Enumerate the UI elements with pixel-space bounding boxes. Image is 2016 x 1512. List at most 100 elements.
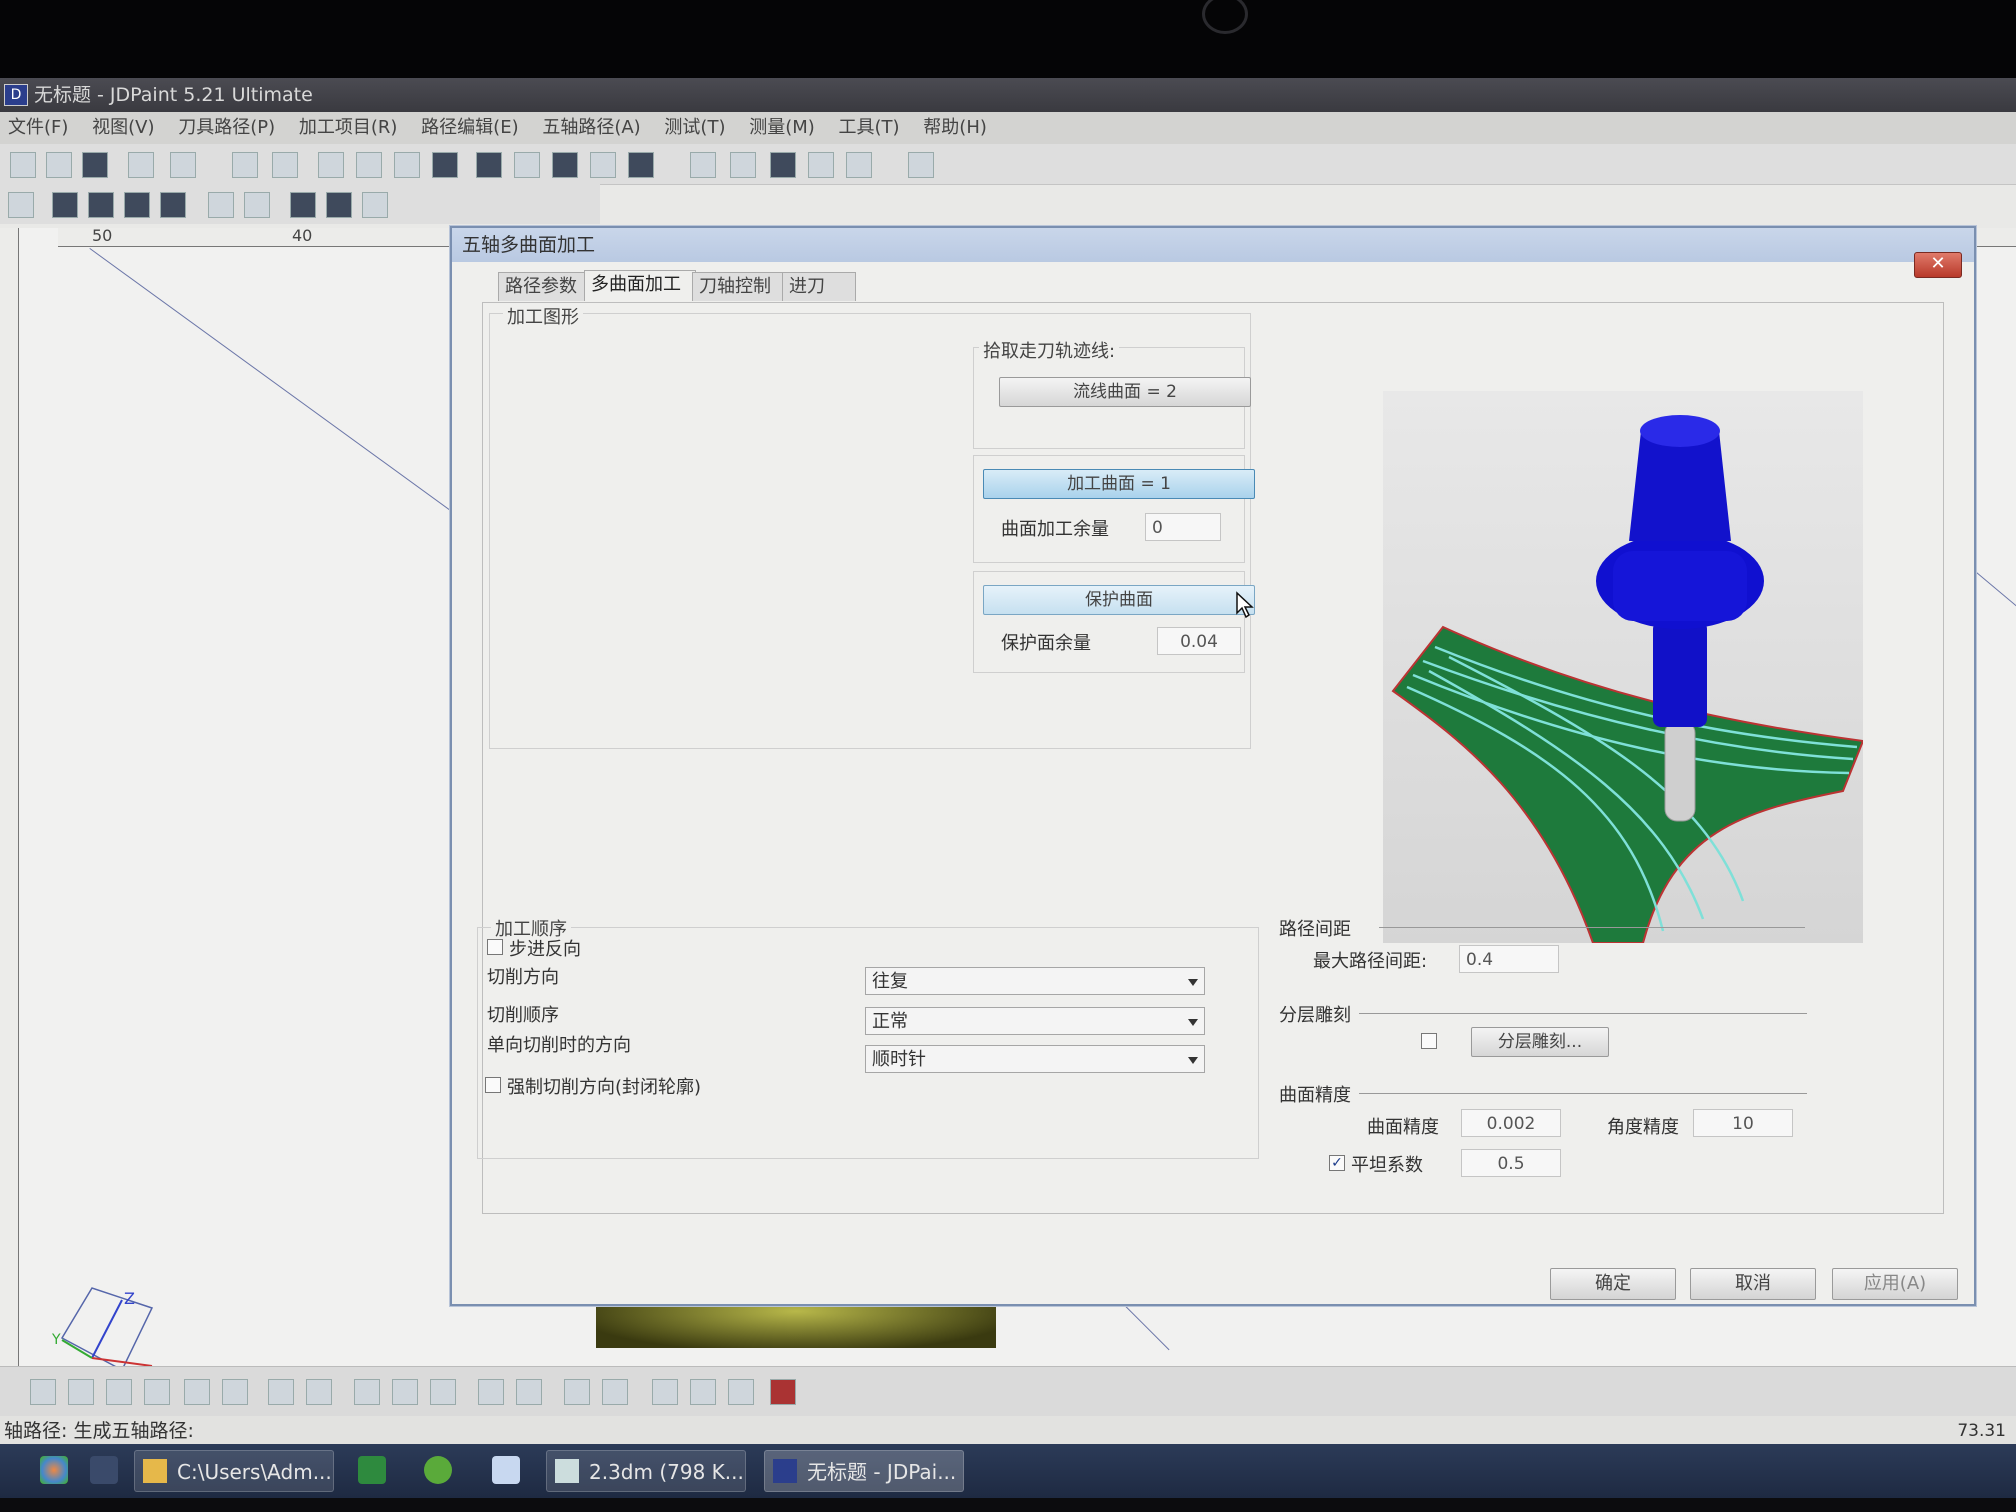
view-top-icon[interactable] bbox=[808, 152, 834, 178]
max-spacing-input[interactable]: 0.4 bbox=[1459, 945, 1559, 973]
trim-icon[interactable] bbox=[690, 1379, 716, 1405]
menu-test[interactable]: 测试(T) bbox=[664, 112, 725, 144]
app-bird-icon[interactable] bbox=[492, 1456, 520, 1484]
flat-factor-input[interactable]: 0.5 bbox=[1461, 1149, 1561, 1177]
snap-intersection-icon[interactable] bbox=[68, 1379, 94, 1405]
five-axis-icon[interactable] bbox=[290, 192, 316, 218]
layer-separator bbox=[1359, 1013, 1807, 1014]
layer-engrave-button[interactable]: 分层雕刻... bbox=[1471, 1027, 1609, 1057]
surface-tool-icon[interactable] bbox=[52, 192, 78, 218]
cut-order-label: 切削顺序 bbox=[487, 1005, 559, 1026]
new-file-icon[interactable] bbox=[10, 152, 36, 178]
menu-measure[interactable]: 测量(M) bbox=[749, 112, 815, 144]
streamline-surface-button[interactable]: 流线曲面 = 2 bbox=[999, 377, 1251, 407]
undo-icon[interactable] bbox=[232, 152, 258, 178]
cut-direction-select[interactable]: 往复 bbox=[865, 967, 1205, 995]
select-mode-icon[interactable] bbox=[908, 152, 934, 178]
cut-order-select[interactable]: 正常 bbox=[865, 1007, 1205, 1035]
view-side-icon[interactable] bbox=[846, 152, 872, 178]
view-iso-icon[interactable] bbox=[770, 152, 796, 178]
measure-icon[interactable] bbox=[652, 1379, 678, 1405]
flat-factor-checkbox[interactable]: ✓ bbox=[1329, 1155, 1345, 1171]
delete-icon[interactable] bbox=[318, 152, 344, 178]
align-icon[interactable] bbox=[478, 1379, 504, 1405]
menu-toolpath[interactable]: 刀具路径(P) bbox=[178, 112, 275, 144]
snap-perpendicular-icon[interactable] bbox=[184, 1379, 210, 1405]
menu-five-axis[interactable]: 五轴路径(A) bbox=[542, 112, 640, 144]
menu-bar: 文件(F) 视图(V) 刀具路径(P) 加工项目(R) 路径编辑(E) 五轴路径… bbox=[0, 112, 2016, 144]
frame-icon[interactable] bbox=[728, 1379, 754, 1405]
snap-tangent-icon[interactable] bbox=[222, 1379, 248, 1405]
menu-file[interactable]: 文件(F) bbox=[8, 112, 68, 144]
align-alt-icon[interactable] bbox=[516, 1379, 542, 1405]
snap-endpoint-icon[interactable] bbox=[30, 1379, 56, 1405]
paste-icon[interactable] bbox=[432, 152, 458, 178]
tab-path-params[interactable]: 路径参数 bbox=[498, 272, 588, 301]
task-3dm-file[interactable]: 2.3dm (798 K... bbox=[546, 1450, 746, 1492]
status-text: 轴路径: 生成五轴路径: bbox=[4, 1420, 194, 1442]
engrave-tool-icon[interactable] bbox=[208, 192, 234, 218]
copy-icon[interactable] bbox=[394, 152, 420, 178]
quick-launch-icon[interactable] bbox=[90, 1456, 118, 1484]
contour-tool-icon[interactable] bbox=[88, 192, 114, 218]
snap-center-icon[interactable] bbox=[144, 1379, 170, 1405]
cube-outline-icon[interactable] bbox=[590, 152, 616, 178]
close-button[interactable]: ✕ bbox=[1914, 252, 1962, 278]
task-explorer[interactable]: C:\Users\Adm... bbox=[134, 1450, 334, 1492]
layer-checkbox[interactable] bbox=[1421, 1033, 1437, 1049]
open-folder-icon[interactable] bbox=[46, 152, 72, 178]
step-reverse-checkbox[interactable] bbox=[487, 939, 503, 955]
cut-icon[interactable] bbox=[356, 152, 382, 178]
grid-alt-icon[interactable] bbox=[392, 1379, 418, 1405]
redo-icon[interactable] bbox=[272, 152, 298, 178]
select-arrow-icon[interactable] bbox=[564, 1379, 590, 1405]
save-icon[interactable] bbox=[82, 152, 108, 178]
grid-off-icon[interactable] bbox=[430, 1379, 456, 1405]
five-axis-surface-icon[interactable] bbox=[326, 192, 352, 218]
start-icon[interactable] bbox=[40, 1456, 68, 1484]
browser-icon[interactable] bbox=[424, 1456, 452, 1484]
path-edit-icon[interactable] bbox=[244, 192, 270, 218]
snap-point-icon[interactable] bbox=[268, 1379, 294, 1405]
task-jdpaint[interactable]: 无标题 - JDPai... bbox=[764, 1450, 964, 1492]
ok-button[interactable]: 确定 bbox=[1550, 1268, 1676, 1300]
protect-allowance-input[interactable]: 0.04 bbox=[1157, 627, 1241, 655]
render-icon[interactable] bbox=[628, 152, 654, 178]
drill-tool-icon[interactable] bbox=[160, 192, 186, 218]
angle-precision-input[interactable]: 10 bbox=[1693, 1109, 1793, 1137]
zoom-window-icon[interactable] bbox=[690, 152, 716, 178]
snap-midpoint-icon[interactable] bbox=[106, 1379, 132, 1405]
tab-multi-surface[interactable]: 多曲面加工 bbox=[584, 270, 696, 301]
screen: D 无标题 - JDPaint 5.21 Ultimate 文件(F) 视图(V… bbox=[0, 78, 2016, 1498]
apply-button[interactable]: 应用(A) bbox=[1832, 1268, 1958, 1300]
protect-surface-button[interactable]: 保护曲面 bbox=[983, 585, 1255, 615]
dialog-title-bar[interactable]: 五轴多曲面加工 bbox=[452, 228, 1974, 262]
view-front-icon[interactable] bbox=[730, 152, 756, 178]
menu-path-edit[interactable]: 路径编辑(E) bbox=[421, 112, 518, 144]
simulation-icon[interactable] bbox=[362, 192, 388, 218]
snap-angle-icon[interactable] bbox=[306, 1379, 332, 1405]
surface-allowance-input[interactable]: 0 bbox=[1145, 513, 1221, 541]
wire-cube-icon[interactable] bbox=[514, 152, 540, 178]
pocket-tool-icon[interactable] bbox=[124, 192, 150, 218]
force-direction-checkbox[interactable] bbox=[485, 1077, 501, 1093]
crosshair-icon[interactable] bbox=[128, 152, 154, 178]
deselect-arrow-icon[interactable] bbox=[602, 1379, 628, 1405]
layer-icon[interactable] bbox=[8, 192, 34, 218]
app-green-icon[interactable] bbox=[358, 1456, 386, 1484]
solid-cube-icon[interactable] bbox=[476, 152, 502, 178]
menu-help[interactable]: 帮助(H) bbox=[923, 112, 987, 144]
grid-icon[interactable] bbox=[354, 1379, 380, 1405]
machine-surface-button[interactable]: 加工曲面 = 1 bbox=[983, 469, 1255, 499]
surface-precision-input[interactable]: 0.002 bbox=[1461, 1109, 1561, 1137]
cancel-button[interactable]: 取消 bbox=[1690, 1268, 1816, 1300]
tab-tool-axis[interactable]: 刀轴控制 bbox=[692, 272, 786, 301]
menu-view[interactable]: 视图(V) bbox=[92, 112, 154, 144]
view-box-icon[interactable] bbox=[170, 152, 196, 178]
menu-tools[interactable]: 工具(T) bbox=[839, 112, 900, 144]
tab-lead-in[interactable]: 进刀 bbox=[782, 272, 856, 301]
shaded-cube-icon[interactable] bbox=[552, 152, 578, 178]
one-way-direction-select[interactable]: 顺时针 bbox=[865, 1045, 1205, 1073]
menu-project[interactable]: 加工项目(R) bbox=[299, 112, 398, 144]
cancel-x-icon[interactable] bbox=[770, 1379, 796, 1405]
